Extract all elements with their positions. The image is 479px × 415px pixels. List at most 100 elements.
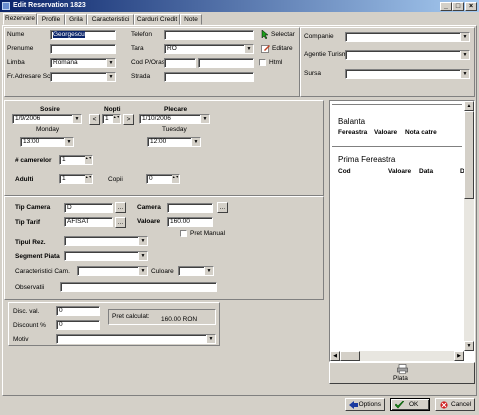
cod-postal-input[interactable] bbox=[164, 58, 196, 68]
sursa-select[interactable] bbox=[345, 69, 470, 79]
agentie-label: Agentie Turism bbox=[304, 51, 348, 58]
tip-camera-browse-button[interactable]: ... bbox=[115, 202, 126, 213]
tab-grila[interactable]: Grila bbox=[65, 14, 87, 25]
companie-label: Companie bbox=[304, 33, 334, 40]
discount-pct-input[interactable]: 0 bbox=[56, 320, 100, 330]
prenume-input[interactable] bbox=[50, 44, 116, 54]
camera-input[interactable] bbox=[167, 203, 213, 213]
nume-input[interactable]: Georgescu bbox=[50, 30, 116, 40]
balance-vscrollbar[interactable]: ▲ ▼ bbox=[464, 101, 474, 351]
plata-button[interactable]: Plata bbox=[329, 362, 475, 384]
copii-input[interactable]: 0 bbox=[146, 174, 180, 184]
col-valoare-2: Valoare bbox=[388, 168, 412, 175]
adresare-select[interactable] bbox=[50, 72, 116, 82]
title-bar: Edit Reservation 1823 _ □ × bbox=[0, 0, 479, 12]
strada-input[interactable] bbox=[164, 72, 254, 82]
edit-icon[interactable] bbox=[261, 44, 270, 53]
agentie-select[interactable] bbox=[345, 50, 470, 60]
plecare-day: Tuesday bbox=[162, 126, 187, 133]
select-cursor-icon[interactable] bbox=[261, 29, 270, 40]
observatii-label: Observatii bbox=[15, 284, 45, 291]
col-cod: Cod bbox=[338, 168, 351, 175]
window-title: Edit Reservation 1823 bbox=[13, 2, 86, 9]
plecare-time[interactable]: 12:00 bbox=[147, 137, 201, 147]
pret-manual-checkbox[interactable] bbox=[180, 230, 187, 237]
arrow-left-icon bbox=[349, 401, 358, 409]
scroll-left-button[interactable]: ◀ bbox=[330, 351, 340, 361]
cancel-button[interactable]: Cancel bbox=[435, 398, 475, 411]
maximize-button[interactable]: □ bbox=[452, 2, 464, 11]
camere-input[interactable]: 1 bbox=[59, 155, 93, 165]
oras-input[interactable] bbox=[198, 58, 254, 68]
tipul-rez-select[interactable] bbox=[64, 236, 148, 246]
limba-label: Limba bbox=[7, 59, 25, 66]
camera-browse-button[interactable]: ... bbox=[217, 202, 228, 213]
pret-manual-label: Pret Manual bbox=[190, 230, 226, 237]
tipul-rez-label: Tipul Rez. bbox=[15, 239, 46, 246]
app-icon bbox=[2, 2, 10, 10]
observatii-input[interactable] bbox=[60, 282, 217, 292]
tab-carduri-credit[interactable]: Carduri Credit bbox=[134, 14, 180, 25]
nume-label: Nume bbox=[7, 31, 25, 38]
culoare-select[interactable] bbox=[178, 266, 214, 276]
limba-select[interactable]: Romana bbox=[50, 58, 116, 68]
tara-select[interactable]: RO bbox=[164, 44, 254, 54]
options-label: Options bbox=[358, 401, 381, 408]
plecare-date[interactable]: 1/10/2006 bbox=[139, 114, 210, 124]
scroll-thumb-v[interactable] bbox=[464, 111, 474, 199]
discount-pct-label: Discount % bbox=[13, 322, 46, 329]
telefon-input[interactable] bbox=[164, 30, 254, 40]
editare-button[interactable]: Editare bbox=[272, 45, 293, 53]
valoare-input[interactable]: 160.00 bbox=[167, 217, 213, 227]
tab-caracteristici[interactable]: Caracteristici bbox=[87, 14, 134, 25]
adulti-input[interactable]: 1 bbox=[59, 174, 93, 184]
valoare-label: Valoare bbox=[137, 218, 161, 225]
scroll-right-button[interactable]: ▶ bbox=[454, 351, 464, 361]
caracteristici-select[interactable] bbox=[77, 266, 148, 276]
camere-label: # camerelor bbox=[15, 157, 52, 164]
col-valoare: Valoare bbox=[374, 129, 398, 136]
prima-fereastra-title: Prima Fereastra bbox=[338, 155, 396, 164]
telefon-label: Telefon bbox=[131, 31, 152, 38]
segment-label: Segment Piata bbox=[15, 253, 60, 260]
tab-rezervare[interactable]: Rezervare bbox=[3, 13, 37, 25]
caracteristici-label: Caracteristici Cam. bbox=[15, 268, 70, 275]
plecare-label: Plecare bbox=[164, 106, 188, 113]
culoare-label: Culoare bbox=[151, 268, 174, 275]
nopti-label: Nopti bbox=[104, 106, 121, 113]
ok-button[interactable]: OK bbox=[390, 398, 430, 411]
sosire-time[interactable]: 13:00 bbox=[20, 137, 74, 147]
nopti-input[interactable]: 1 bbox=[102, 114, 121, 124]
cancel-icon bbox=[440, 401, 448, 409]
ok-label: OK bbox=[409, 401, 419, 408]
tip-tarif-browse-button[interactable]: ... bbox=[115, 217, 126, 228]
scroll-down-button[interactable]: ▼ bbox=[464, 341, 474, 351]
tip-tarif-input[interactable]: AFISAT bbox=[64, 217, 113, 227]
nopti-prev-button[interactable]: < bbox=[89, 114, 100, 125]
disc-val-label: Disc. val. bbox=[13, 308, 40, 315]
motiv-select[interactable] bbox=[56, 334, 216, 344]
tab-note[interactable]: Note bbox=[180, 14, 202, 25]
codp-label: Cod P/Oras bbox=[131, 59, 165, 66]
tip-camera-input[interactable]: D bbox=[64, 203, 113, 213]
selectare-button[interactable]: Selectar bbox=[271, 31, 295, 39]
strada-label: Strada bbox=[131, 73, 151, 80]
motiv-label: Motiv bbox=[13, 336, 29, 343]
sosire-date[interactable]: 1/9/2006 bbox=[12, 114, 82, 124]
scroll-up-button[interactable]: ▲ bbox=[464, 101, 474, 111]
html-label: Html bbox=[269, 59, 283, 66]
options-button[interactable]: Options bbox=[345, 398, 385, 411]
balance-hscrollbar[interactable]: ◀ ▶ bbox=[330, 351, 464, 361]
nopti-next-button[interactable]: > bbox=[123, 114, 134, 125]
balance-divider-top bbox=[332, 104, 462, 106]
segment-select[interactable] bbox=[64, 251, 148, 261]
companie-select[interactable] bbox=[345, 32, 470, 42]
close-button[interactable]: × bbox=[465, 2, 477, 11]
camera-label: Camera bbox=[137, 204, 161, 211]
scroll-thumb-h[interactable] bbox=[340, 351, 360, 361]
tara-label: Tara bbox=[131, 45, 144, 52]
disc-val-input[interactable]: 0 bbox=[56, 306, 100, 316]
html-checkbox[interactable] bbox=[259, 59, 266, 66]
minimize-button[interactable]: _ bbox=[440, 2, 452, 11]
tab-profile[interactable]: Profile bbox=[37, 14, 65, 25]
